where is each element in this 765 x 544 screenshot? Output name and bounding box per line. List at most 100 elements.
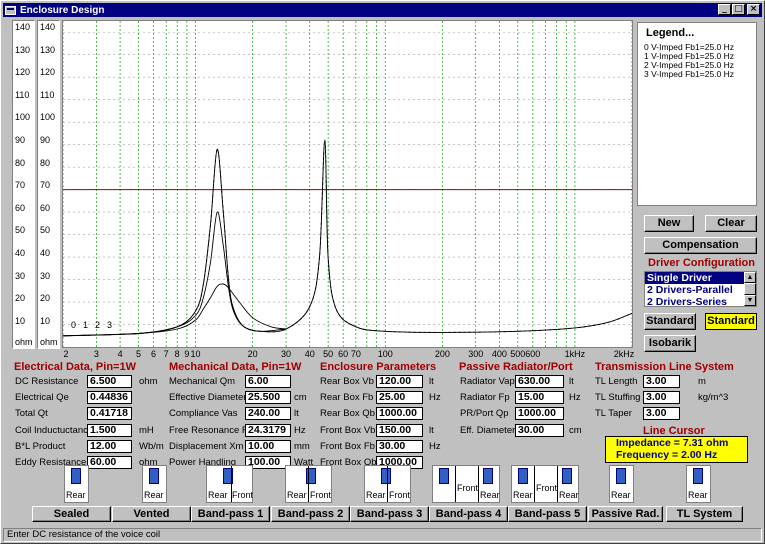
frequency-tick-label: 30 [281, 349, 292, 359]
mechanical-input[interactable]: 24.3179 [245, 423, 291, 437]
clear-button[interactable]: Clear [705, 215, 757, 232]
rear-label: Rear [513, 490, 533, 500]
transmission-input[interactable]: 3.00 [643, 407, 680, 421]
mechanical-label: Displacement Xm [169, 440, 244, 452]
speaker-icon [439, 468, 449, 484]
enclosure-input[interactable]: 150.00 [376, 423, 423, 437]
rear-label: Rear [66, 490, 86, 500]
scale-tick-label: 80 [15, 157, 26, 168]
passive-rad-button[interactable]: Passive Rad. [588, 506, 663, 522]
frequency-tick-label: 2kHz [613, 349, 635, 359]
mechanical-input[interactable]: 25.500 [245, 391, 291, 405]
transmission-unit: kg/m^3 [698, 392, 729, 404]
band-pass-4-button[interactable]: Band-pass 4 [429, 506, 508, 522]
legend-title: Legend... [646, 27, 695, 39]
transmission-input[interactable]: 3.00 [643, 391, 680, 405]
tl-system-button[interactable]: TL System [666, 506, 743, 522]
electrical-unit: Wb/m [139, 440, 164, 452]
window-title: Enclosure Design [20, 4, 105, 16]
impedance-curve-1 [62, 139, 633, 337]
frequency-tick-label: 70 [350, 349, 361, 359]
enclosure-unit: lt [429, 376, 434, 387]
transmission-line-title: Transmission Line System [595, 361, 734, 373]
enclosure-input[interactable]: 25.00 [376, 391, 423, 405]
band-pass-3-button[interactable]: Band-pass 3 [350, 506, 429, 522]
standard-active-button[interactable]: Standard [705, 313, 757, 330]
electrical-input[interactable]: 0.44836 [87, 391, 132, 405]
electrical-input[interactable]: 1.500 [87, 423, 132, 437]
electrical-input[interactable]: 6.500 [87, 375, 132, 388]
passive-input[interactable]: 1000.00 [515, 407, 564, 421]
impedance-scale-left: ohm 140 130 120 110 100 90 80 70 60 50 40 30 20 10 [12, 20, 35, 349]
front-label: Front [389, 490, 411, 500]
enclosure-input[interactable]: 30.00 [376, 439, 423, 453]
driver-configuration-label: Driver Configuration [648, 257, 755, 269]
band-pass-5-diagram[interactable]: Rear Front Rear [511, 465, 579, 503]
scale-tick-label: 30 [15, 270, 26, 281]
transmission-label: TL Length [595, 376, 638, 387]
mechanical-unit: cm [294, 392, 307, 404]
mechanical-input[interactable]: 6.00 [245, 375, 291, 388]
scale-tick-label: 60 [15, 202, 26, 213]
scroll-down-icon[interactable]: ▼ [744, 295, 756, 306]
band-pass-2-diagram[interactable]: Rear Front [285, 465, 332, 503]
transmission-input[interactable]: 3.00 [643, 375, 680, 388]
driver-option-parallel[interactable]: 2 Drivers-Parallel [645, 284, 745, 296]
frequency-tick-label: 6 [150, 349, 156, 359]
scale-tick-label: 40 [15, 248, 26, 258]
band-pass-2-button[interactable]: Band-pass 2 [271, 506, 350, 522]
driver-option-series[interactable]: 2 Drivers-Series [645, 296, 745, 306]
driver-list-scrollbar[interactable]: ▲ ▼ [744, 272, 756, 306]
tl-system-diagram[interactable]: Rear [686, 465, 711, 503]
enclosure-input[interactable]: 120.00 [376, 375, 423, 388]
transmission-unit: m [698, 376, 706, 387]
driver-option-single[interactable]: Single Driver [645, 272, 745, 284]
band-pass-1-diagram[interactable]: Rear Front [206, 465, 253, 503]
enclosure-input[interactable]: 1000.00 [376, 407, 423, 421]
vented-button[interactable]: Vented [112, 506, 191, 522]
band-pass-5-button[interactable]: Band-pass 5 [508, 506, 587, 522]
scale-tick-label: 140 [15, 22, 31, 32]
impedance-plot[interactable]: 0123 [62, 20, 633, 348]
transmission-label: TL Stuffing [595, 392, 641, 404]
minimize-button[interactable]: _ [718, 4, 731, 15]
band-pass-3-diagram[interactable]: Rear Front [364, 465, 411, 503]
close-button[interactable]: × [747, 4, 760, 15]
compensation-button[interactable]: Compensation [644, 237, 757, 254]
speaker-icon [483, 468, 493, 484]
scale-unit-left: ohm [15, 337, 33, 347]
line-cursor-readout: Impedance = 7.31 ohm Frequency = 2.00 Hz [605, 436, 748, 463]
impedance-scale-right: ohm 140 130 120 110 100 90 80 70 60 50 40 30 20 10 [37, 20, 60, 349]
scroll-up-icon[interactable]: ▲ [744, 272, 756, 283]
title-bar: Enclosure Design _ □ × [3, 3, 762, 17]
maximize-button[interactable]: □ [732, 4, 745, 15]
passive-radiator-diagram[interactable]: Rear [609, 465, 634, 503]
rear-label: Rear [208, 490, 228, 500]
driver-configuration-list[interactable]: Single Driver 2 Drivers-Parallel 2 Drive… [644, 271, 757, 307]
standard-button[interactable]: Standard [644, 313, 696, 330]
new-button[interactable]: New [644, 215, 694, 232]
curve-label: 0 [71, 320, 76, 330]
vented-diagram[interactable]: Rear [142, 465, 167, 503]
band-pass-1-button[interactable]: Band-pass 1 [191, 506, 270, 522]
electrical-input[interactable]: 60.00 [87, 456, 132, 469]
passive-label: Radiator Vap [460, 376, 515, 387]
mechanical-input[interactable]: 240.00 [245, 407, 291, 421]
electrical-input[interactable]: 12.00 [87, 439, 132, 453]
mechanical-unit: Hz [294, 424, 306, 436]
sealed-diagram[interactable]: Rear [64, 465, 89, 503]
scale-tick-label: 100 [15, 112, 31, 123]
passive-input[interactable]: 630.00 [515, 375, 564, 388]
passive-unit: cm [569, 424, 582, 436]
band-pass-4-diagram[interactable]: Front Rear [432, 465, 500, 503]
cursor-frequency: Frequency = 2.00 Hz [616, 449, 718, 461]
passive-input[interactable]: 15.00 [515, 391, 564, 405]
scroll-thumb[interactable] [744, 283, 756, 295]
front-label: Front [232, 490, 254, 500]
scale-tick-label: 120 [40, 67, 56, 78]
isobarik-button[interactable]: Isobarik [644, 335, 696, 352]
passive-input[interactable]: 30.00 [515, 423, 564, 437]
sealed-button[interactable]: Sealed [32, 506, 111, 522]
mechanical-input[interactable]: 10.00 [245, 439, 291, 453]
electrical-input[interactable]: 0.41718 [87, 407, 132, 421]
